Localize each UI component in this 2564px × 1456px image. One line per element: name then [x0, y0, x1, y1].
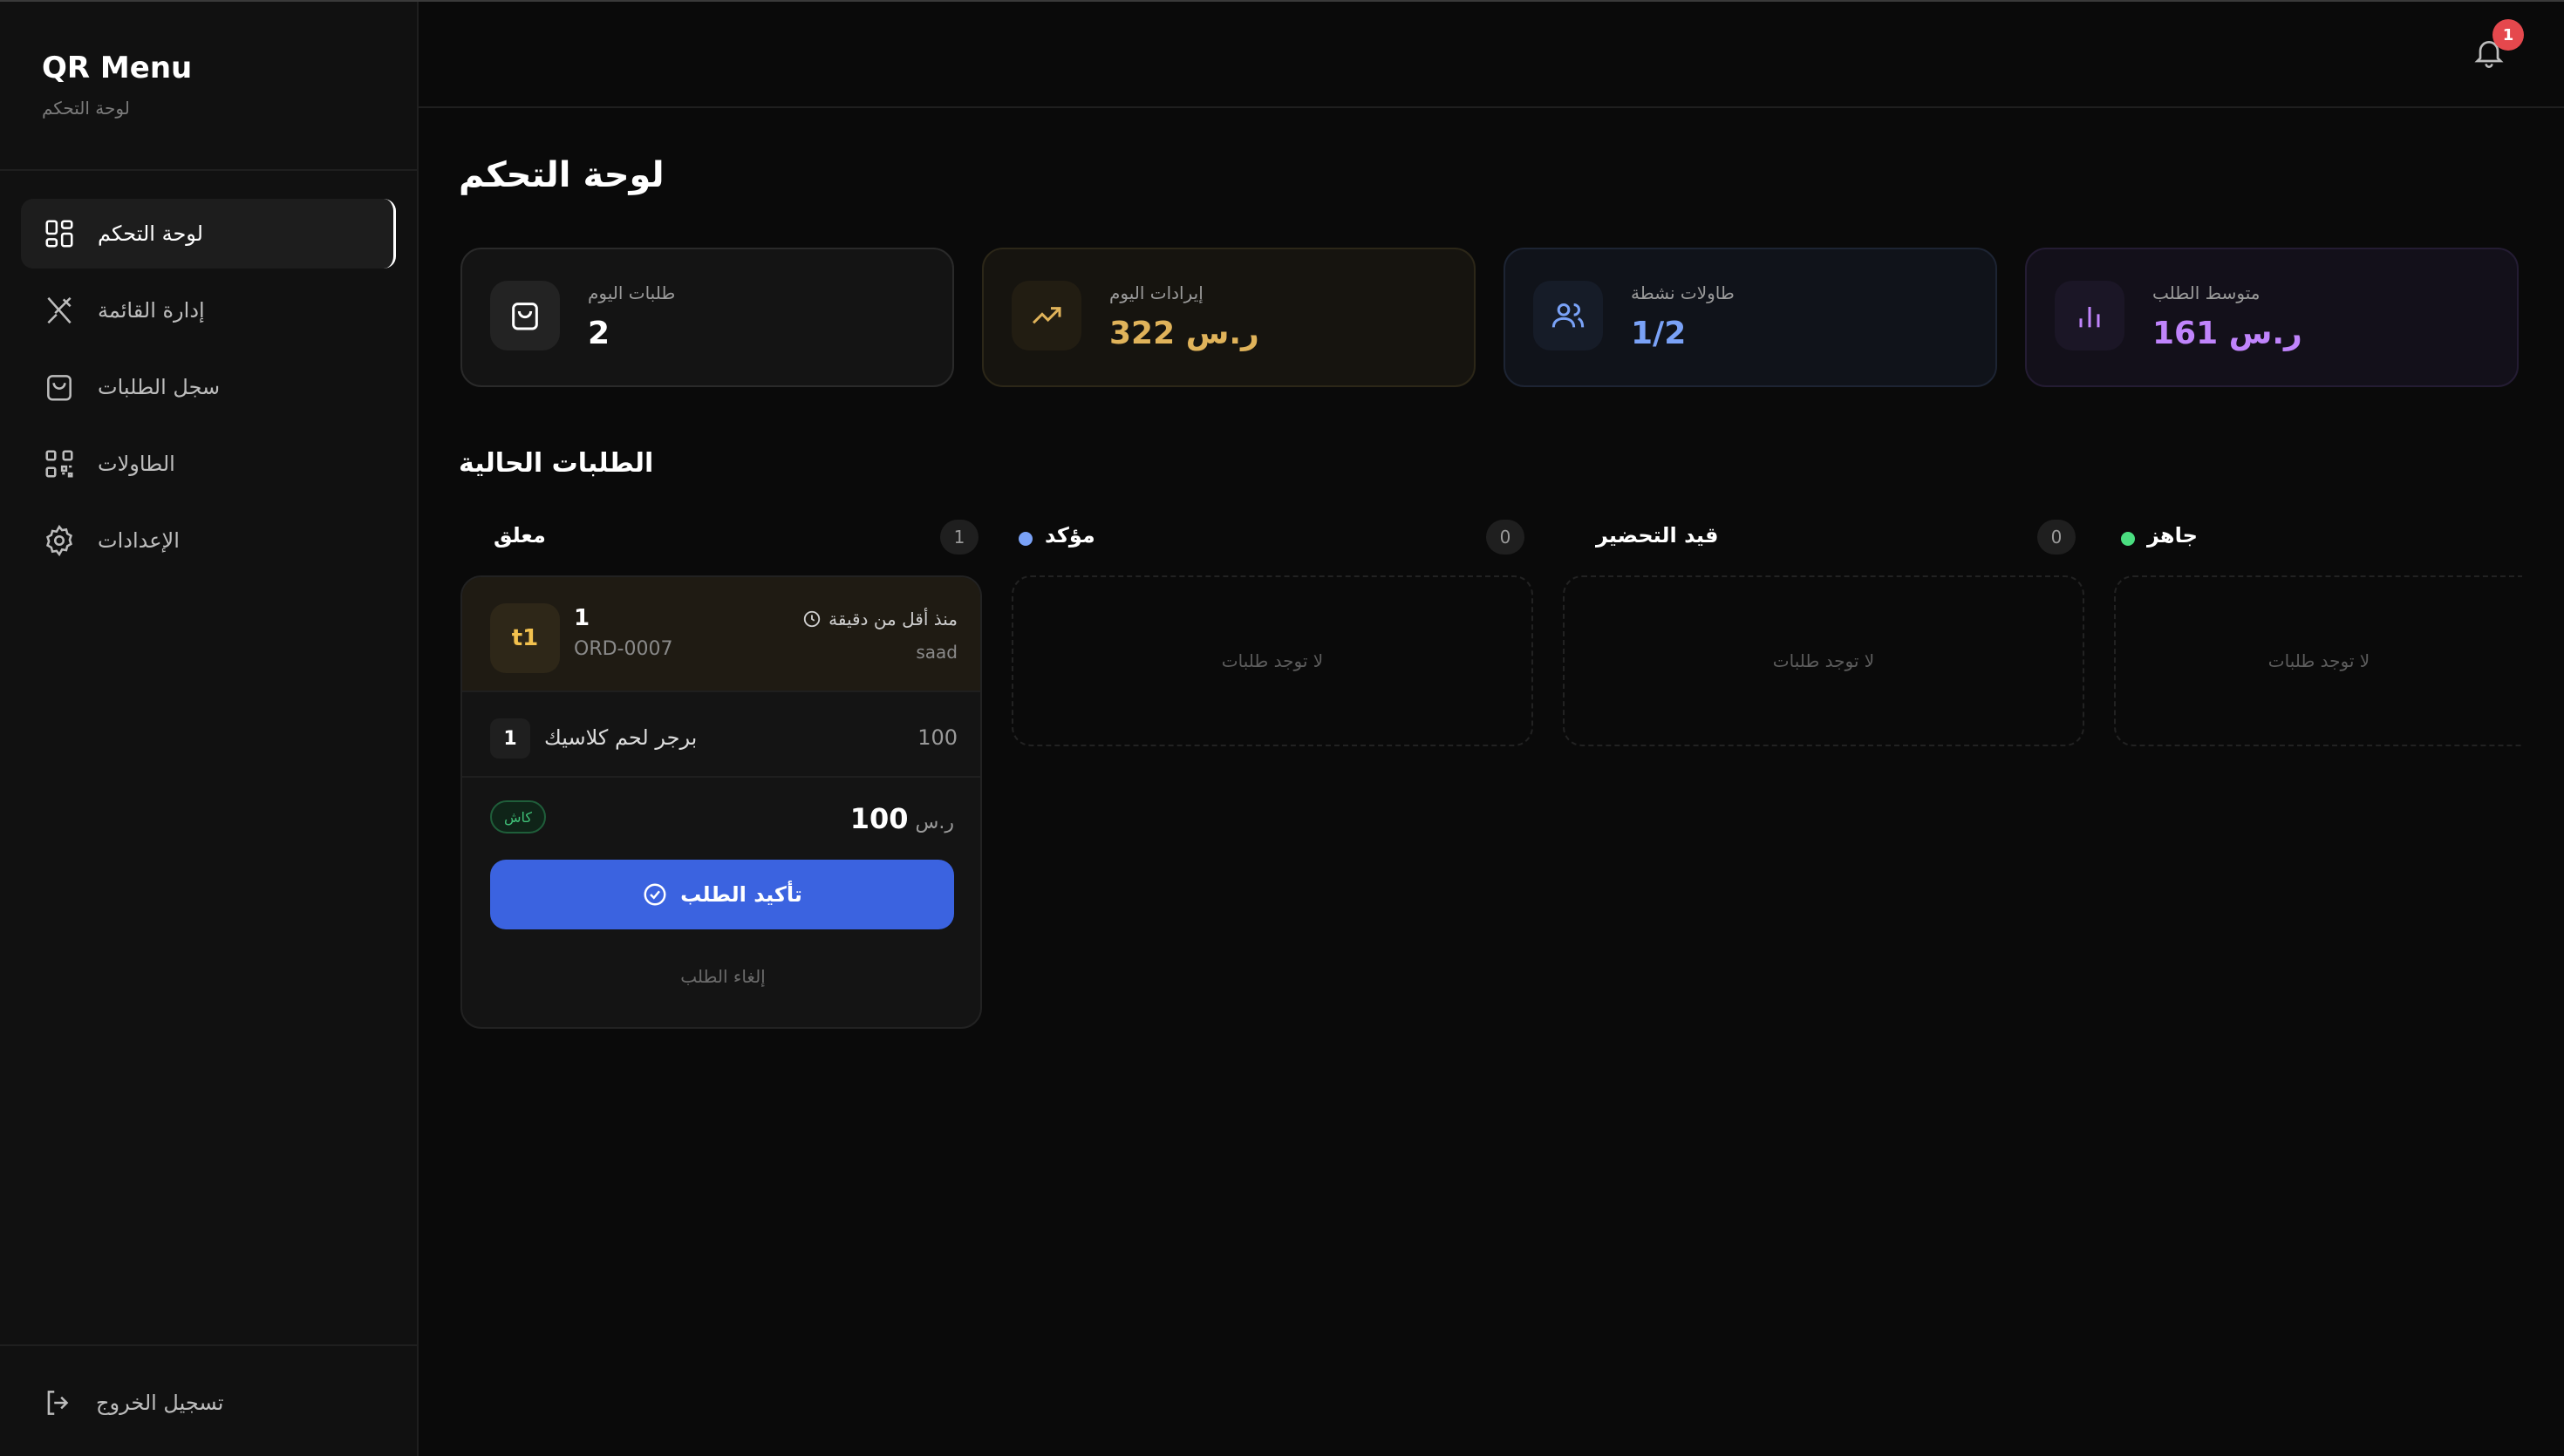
stat-label: طاولات نشطة — [1631, 282, 1735, 303]
confirm-order-label: تأكيد الطلب — [680, 882, 802, 907]
bar-chart-icon — [2055, 281, 2124, 350]
trending-up-icon — [1012, 281, 1081, 350]
order-header: t1 1 ORD-0007 منذ أقل من دقيقة saad — [462, 577, 980, 691]
stat-card-revenue-today: إيرادات اليوم 322 ر.س — [982, 248, 1476, 387]
sidebar-divider — [0, 1344, 417, 1346]
users-icon — [1533, 281, 1603, 350]
table-badge: t1 — [490, 603, 560, 673]
sidebar-item-tables[interactable]: الطاولات — [21, 429, 396, 499]
grid-icon — [42, 216, 77, 251]
order-time: منذ أقل من دقيقة — [802, 609, 958, 629]
item-quantity: 1 — [490, 718, 530, 759]
stat-label: طلبات اليوم — [588, 282, 676, 303]
sidebar: QR Menu لوحة التحكم لوحة التحكم إدارة ال… — [0, 2, 419, 1456]
column-name: مؤكد — [1045, 523, 1095, 548]
column-name: معلق — [494, 523, 546, 548]
page-title: لوحة التحكم — [459, 155, 665, 195]
payment-method-badge: كاش — [490, 800, 546, 833]
sidebar-item-label: الطاولات — [98, 452, 175, 476]
empty-column-preparing: لا توجد طلبات — [1563, 575, 2084, 746]
order-total-value: 100 — [849, 802, 909, 835]
sidebar-item-label: سجل الطلبات — [98, 375, 221, 399]
column-header-pending: معلق 1 — [460, 520, 984, 555]
check-circle-icon — [644, 883, 666, 906]
column-count: 0 — [1486, 520, 1524, 555]
sidebar-item-label: الإعدادات — [98, 528, 180, 553]
empty-text: لا توجد طلبات — [1221, 650, 1324, 671]
clock-icon — [803, 610, 821, 628]
brand: QR Menu لوحة التحكم — [42, 51, 192, 119]
brand-title: QR Menu — [42, 51, 193, 85]
status-dot — [2121, 532, 2135, 546]
order-total: 100 ر.س — [850, 802, 954, 835]
order-id: ORD-0007 — [574, 638, 673, 660]
column-header-ready: جاهز — [2114, 520, 2533, 555]
qr-code-icon — [42, 446, 77, 481]
cancel-order-button[interactable]: إلغاء الطلب — [462, 966, 980, 987]
order-customer: saad — [916, 642, 958, 663]
empty-column-ready: لا توجد طلبات — [2114, 575, 2522, 746]
sidebar-item-settings[interactable]: الإعدادات — [21, 506, 396, 575]
column-count: 0 — [2037, 520, 2076, 555]
stat-label: متوسط الطلب — [2152, 282, 2261, 303]
stats-row: طلبات اليوم 2 إيرادات اليوم 322 ر.س طاول… — [460, 248, 2522, 387]
notification-badge: 1 — [2492, 19, 2524, 51]
stat-value: 161 ر.س — [2152, 316, 2302, 351]
shopping-bag-icon — [490, 281, 560, 350]
stat-card-active-tables: طاولات نشطة 1/2 — [1504, 248, 1997, 387]
sidebar-divider — [0, 169, 417, 171]
gear-icon — [42, 523, 77, 558]
order-number: 1 — [574, 605, 590, 631]
column-count: 1 — [940, 520, 979, 555]
stat-card-orders-today: طلبات اليوم 2 — [460, 248, 954, 387]
logout-button[interactable]: تسجيل الخروج — [42, 1386, 223, 1419]
current-orders-title: الطلبات الحالية — [459, 448, 654, 479]
order-time-text: منذ أقل من دقيقة — [829, 609, 958, 629]
column-name: قيد التحضير — [1596, 523, 1719, 548]
logout-label: تسجيل الخروج — [96, 1391, 224, 1415]
logout-icon — [47, 1391, 69, 1415]
sidebar-item-order-history[interactable]: سجل الطلبات — [21, 352, 396, 422]
status-dot — [1019, 532, 1033, 546]
stat-value: 322 ر.س — [1109, 316, 1259, 351]
order-total-currency: ر.س — [915, 812, 954, 833]
item-price: 100 — [917, 725, 958, 750]
top-header — [419, 2, 2564, 108]
sidebar-item-dashboard[interactable]: لوحة التحكم — [21, 199, 396, 269]
brand-subtitle: لوحة التحكم — [42, 98, 130, 119]
empty-column-confirmed: لا توجد طلبات — [1012, 575, 1533, 746]
order-card[interactable]: t1 1 ORD-0007 منذ أقل من دقيقة saad 1 بر… — [460, 575, 982, 1029]
column-header-confirmed: مؤكد 0 — [1012, 520, 1535, 555]
column-header-preparing: قيد التحضير 0 — [1563, 520, 2086, 555]
item-name: برجر لحم كلاسيك — [544, 725, 698, 750]
shopping-bag-icon — [42, 370, 77, 405]
sidebar-item-label: لوحة التحكم — [98, 221, 203, 246]
empty-text: لا توجد طلبات — [1772, 650, 1875, 671]
order-item-row: 1 برجر لحم كلاسيك 100 — [462, 691, 980, 778]
empty-text: لا توجد طلبات — [2267, 650, 2370, 671]
sidebar-item-label: إدارة القائمة — [98, 298, 205, 323]
column-name: جاهز — [2147, 523, 2198, 548]
sidebar-item-menu-management[interactable]: إدارة القائمة — [21, 276, 396, 345]
stat-card-average-order: متوسط الطلب 161 ر.س — [2025, 248, 2519, 387]
stat-value: 1/2 — [1631, 316, 1687, 351]
utensils-icon — [42, 293, 77, 328]
sidebar-nav: لوحة التحكم إدارة القائمة سجل الطلبات ال… — [21, 199, 396, 582]
stat-label: إيرادات اليوم — [1109, 282, 1204, 303]
confirm-order-button[interactable]: تأكيد الطلب — [490, 860, 954, 929]
stat-value: 2 — [588, 316, 610, 351]
